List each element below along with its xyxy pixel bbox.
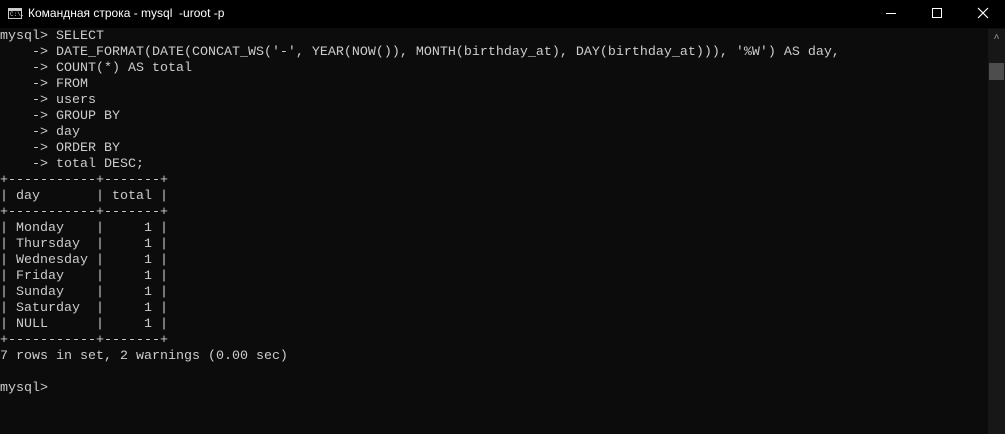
console-line: 7 rows in set, 2 warnings (0.00 sec) bbox=[0, 349, 288, 364]
minimize-button[interactable] bbox=[868, 0, 914, 28]
close-button[interactable] bbox=[960, 0, 1005, 28]
cmd-icon-text: C:\. bbox=[10, 11, 25, 18]
scroll-up-icon[interactable]: ˄ bbox=[988, 29, 1005, 46]
console-line: +-----------+-------+ bbox=[0, 205, 168, 220]
scrollbar-thumb[interactable] bbox=[989, 63, 1004, 80]
console-line: -> GROUP BY bbox=[0, 109, 120, 124]
console-line: -> FROM bbox=[0, 77, 88, 92]
console-line: +-----------+-------+ bbox=[0, 333, 168, 348]
console-line: mysql> SELECT bbox=[0, 29, 104, 44]
console-line: -> DATE_FORMAT(DATE(CONCAT_WS('-', YEAR(… bbox=[0, 45, 840, 60]
console-line: | day | total | bbox=[0, 189, 168, 204]
minimize-icon bbox=[886, 13, 896, 14]
vertical-scrollbar[interactable]: ˄ bbox=[988, 29, 1005, 434]
title-bar[interactable]: C:\. Командная строка - mysql -uroot -p bbox=[0, 0, 1005, 28]
console-line: -> ORDER BY bbox=[0, 141, 120, 156]
close-icon bbox=[977, 7, 989, 19]
console-line: | Saturday | 1 | bbox=[0, 301, 168, 316]
console-line: -> total DESC; bbox=[0, 157, 144, 172]
console-line: -> COUNT(*) AS total bbox=[0, 61, 192, 76]
console-line: -> day bbox=[0, 125, 80, 140]
console-line: | Friday | 1 | bbox=[0, 269, 168, 284]
console-line: | Sunday | 1 | bbox=[0, 285, 168, 300]
console-line: mysql> bbox=[0, 381, 56, 396]
window-title: Командная строка - mysql -uroot -p bbox=[28, 6, 225, 20]
console-output[interactable]: mysql> SELECT -> DATE_FORMAT(DATE(CONCAT… bbox=[0, 29, 988, 397]
maximize-button[interactable] bbox=[914, 0, 960, 28]
console-line: | Thursday | 1 | bbox=[0, 237, 168, 252]
console-line: -> users bbox=[0, 93, 96, 108]
maximize-icon bbox=[932, 8, 942, 18]
console-line: | Monday | 1 | bbox=[0, 221, 168, 236]
cmd-icon: C:\. bbox=[8, 8, 25, 19]
console-line: | Wednesday | 1 | bbox=[0, 253, 168, 268]
console-line: | NULL | 1 | bbox=[0, 317, 168, 332]
console-line: +-----------+-------+ bbox=[0, 173, 168, 188]
